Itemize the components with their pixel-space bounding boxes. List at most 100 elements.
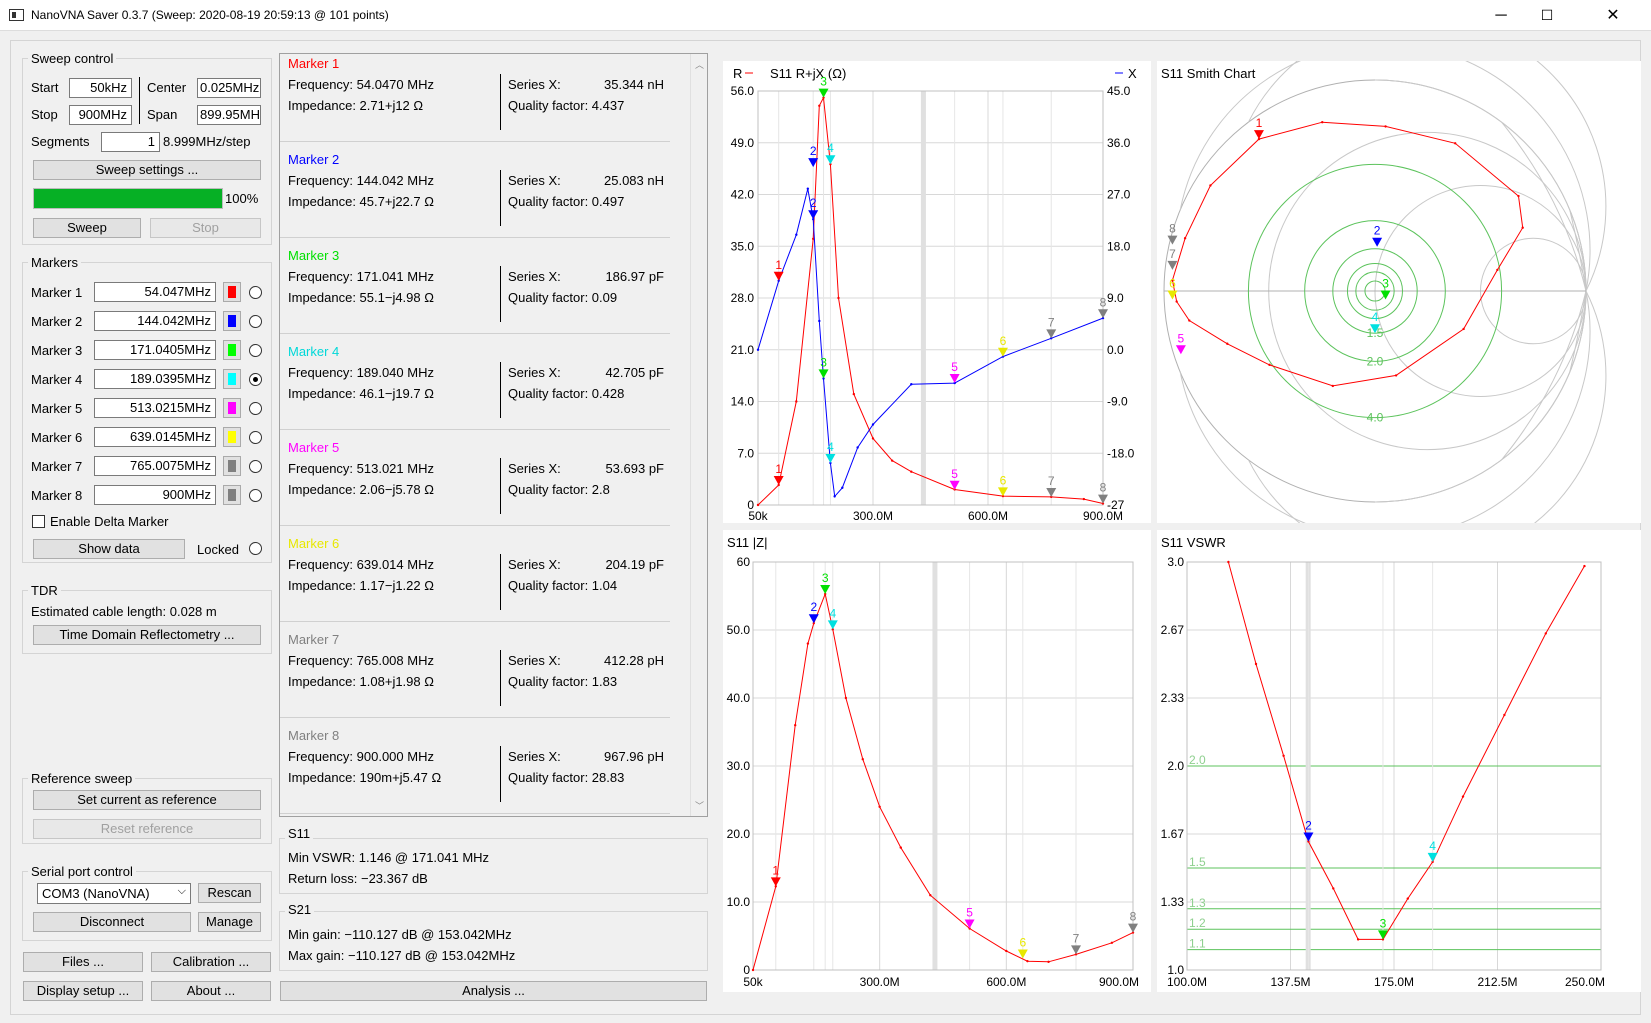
segments-input[interactable]: 1	[101, 132, 160, 152]
marker-detail-quality: Quality factor: 0.428	[508, 386, 625, 401]
manage-button[interactable]: Manage	[198, 912, 261, 932]
tdr-button[interactable]: Time Domain Reflectometry ...	[33, 625, 261, 645]
marker-frequency-input[interactable]: 765.0075MHz	[94, 456, 216, 476]
display-setup-button[interactable]: Display setup ...	[23, 981, 143, 1001]
s11-impedance-chart[interactable]: S11 |Z| 60 50.0 40.0 30.0 20.0 10.0 0 50k 300.0M 6…	[723, 530, 1151, 992]
calibration-button[interactable]: Calibration ...	[151, 952, 271, 972]
span-input[interactable]: 899.95MHz	[197, 105, 261, 125]
sweep-settings-button[interactable]: Sweep settings ...	[33, 160, 261, 180]
marker-color-button[interactable]	[223, 311, 241, 331]
center-input[interactable]: 0.025MHz	[197, 78, 261, 98]
smith-reactance-arc	[1247, 290, 1607, 565]
chart-y-tick: 56.0	[731, 84, 755, 98]
files-button[interactable]: Files ...	[23, 952, 143, 972]
marker-select-radio[interactable]	[249, 315, 262, 328]
chart-marker-label: 3	[820, 75, 827, 89]
set-reference-button[interactable]: Set current as reference	[33, 790, 261, 810]
chart-title: S11 R+jX (Ω)	[770, 66, 846, 81]
marker-details-panel[interactable]: Marker 1 Frequency: 54.0470 MHz Impedance:…	[279, 53, 708, 817]
chart-y2-tick: 9.0	[1107, 291, 1124, 305]
marker-frequency-input[interactable]: 144.042MHz	[94, 311, 216, 331]
marker-select-radio[interactable]	[249, 489, 262, 502]
disconnect-button[interactable]: Disconnect	[33, 912, 191, 932]
chart-marker-label: 6	[1000, 473, 1007, 487]
marker-frequency-input[interactable]: 900MHz	[94, 485, 216, 505]
chart-point	[878, 805, 881, 808]
marker-select-radio[interactable]	[249, 431, 262, 444]
stop-input[interactable]: 900MHz	[69, 105, 132, 125]
about-button[interactable]: About ...	[151, 981, 271, 1001]
chart-y-tick: 10.0	[727, 895, 751, 909]
marker-detail-impedance: Impedance: 1.08+j1.98 Ω	[288, 674, 434, 689]
start-input[interactable]: 50kHz	[69, 78, 132, 98]
step-text: 8.999MHz/step	[163, 134, 251, 149]
marker-detail-frequency: Frequency: 54.0470 MHz	[288, 77, 434, 92]
chart-marker-label: 3	[1382, 276, 1389, 290]
chart-point	[1496, 268, 1499, 272]
s11-vswr-chart[interactable]: S11 VSWR 3.0 2.67 2.33 2.0 1.67 1.33 1.0 100.0M 1…	[1157, 530, 1641, 992]
segments-label: Segments	[31, 134, 90, 149]
stop-button[interactable]: Stop	[150, 218, 261, 238]
scroll-down-icon[interactable]: ﹀	[695, 799, 704, 812]
close-button[interactable]: ✕	[1590, 0, 1636, 31]
chart-band	[920, 91, 926, 505]
delta-marker-checkbox[interactable]	[32, 515, 45, 528]
rescan-button[interactable]: Rescan	[198, 883, 261, 903]
chart-point	[1026, 959, 1029, 963]
marker-select-radio[interactable]	[249, 402, 262, 415]
chart-marker-label: 8	[1100, 481, 1107, 495]
marker-frequency-input[interactable]: 513.0215MHz	[94, 398, 216, 418]
marker-frequency-input[interactable]: 54.047MHz	[94, 282, 216, 302]
marker-frequency-input[interactable]: 189.0395MHz	[94, 369, 216, 389]
port-select[interactable]: COM3 (NanoVNA) ⌵	[37, 883, 191, 904]
chart-marker-label: 3	[1380, 916, 1387, 930]
chart-x-tick: 212.5M	[1477, 975, 1517, 989]
marker-frequency-input[interactable]: 171.0405MHz	[94, 340, 216, 360]
marker-color-button[interactable]	[223, 427, 241, 447]
chart-marker-label: 1	[775, 258, 782, 272]
minimize-button[interactable]: ─	[1478, 0, 1524, 31]
chart-marker-label: 3	[820, 355, 827, 369]
marker-select-radio[interactable]	[249, 373, 262, 386]
marker-select-radio[interactable]	[249, 344, 262, 357]
maximize-button[interactable]: ☐	[1524, 0, 1570, 31]
marker-detail-series-label: Series X:	[508, 269, 561, 284]
sweep-divider	[139, 77, 140, 124]
marker-color-button[interactable]	[223, 456, 241, 476]
chart-point	[1254, 662, 1258, 666]
marker-detail-frequency: Frequency: 639.014 MHz	[288, 557, 434, 572]
chart-y-tick: 35.0	[731, 239, 755, 253]
marker-color-swatch	[228, 344, 236, 356]
marker-color-swatch	[228, 286, 236, 298]
locked-radio[interactable]	[249, 542, 262, 555]
chart-x-tick: 137.5M	[1270, 975, 1310, 989]
marker-color-button[interactable]	[223, 485, 241, 505]
chart-marker-label: 5	[951, 467, 958, 481]
chart-marker	[773, 271, 784, 281]
marker-detail-impedance: Impedance: 190m+j5.47 Ω	[288, 770, 442, 785]
analysis-button[interactable]: Analysis ...	[280, 981, 707, 1001]
marker-color-button[interactable]	[223, 340, 241, 360]
chart-point	[756, 503, 760, 507]
marker-color-button[interactable]	[223, 282, 241, 302]
marker-color-button[interactable]	[223, 369, 241, 389]
chart-x-tick: 300.0M	[853, 509, 893, 523]
marker-select-radio[interactable]	[249, 460, 262, 473]
smith-reactance-arc	[1179, 290, 1591, 539]
sweep-button[interactable]: Sweep	[33, 218, 141, 238]
marker-color-swatch	[228, 402, 236, 414]
marker-details-scrollbar[interactable]: ︿ ﹀	[690, 54, 707, 816]
reset-reference-button[interactable]: Reset reference	[33, 819, 261, 839]
s11-rjx-chart[interactable]: R S11 R+jX (Ω) X 56.0 49.0 42.0 35.0 28.0 21.0 14…	[723, 61, 1151, 523]
marker-color-button[interactable]	[223, 398, 241, 418]
sweep-progress-text: 100%	[225, 191, 259, 206]
app-icon	[9, 9, 24, 21]
marker-detail-quality: Quality factor: 4.437	[508, 98, 625, 113]
scroll-up-icon[interactable]: ︿	[695, 58, 704, 71]
show-data-button[interactable]: Show data	[33, 539, 185, 559]
marker-detail-card: Marker 3 Frequency: 171.041 MHz Impedance:…	[280, 246, 670, 334]
marker-select-radio[interactable]	[249, 286, 262, 299]
chart-marker	[1046, 488, 1057, 498]
s11-smith-chart[interactable]: S11 Smith Chart1.52.04.012345678	[1157, 17, 1641, 565]
marker-frequency-input[interactable]: 639.0145MHz	[94, 427, 216, 447]
